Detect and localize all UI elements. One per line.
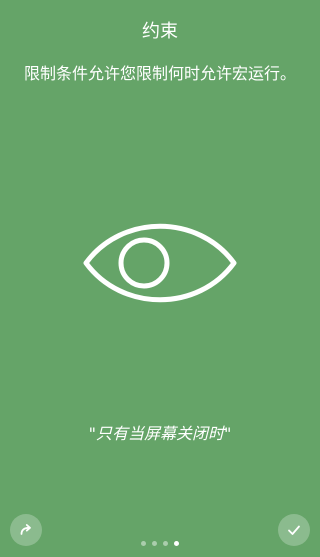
page-dot-active [174, 541, 179, 546]
page-title: 约束 [142, 21, 178, 42]
eye-icon [83, 223, 237, 303]
example-quote: "只有当屏幕关闭时" [88, 424, 232, 443]
page-indicator [0, 541, 320, 546]
done-button[interactable] [278, 514, 310, 546]
page-dot [152, 541, 157, 546]
check-icon [288, 525, 300, 535]
redo-icon [20, 524, 31, 535]
page-description: 限制条件允许您限制何时允许宏运行。 [23, 64, 296, 83]
page-dot [163, 541, 168, 546]
page-dot [141, 541, 146, 546]
